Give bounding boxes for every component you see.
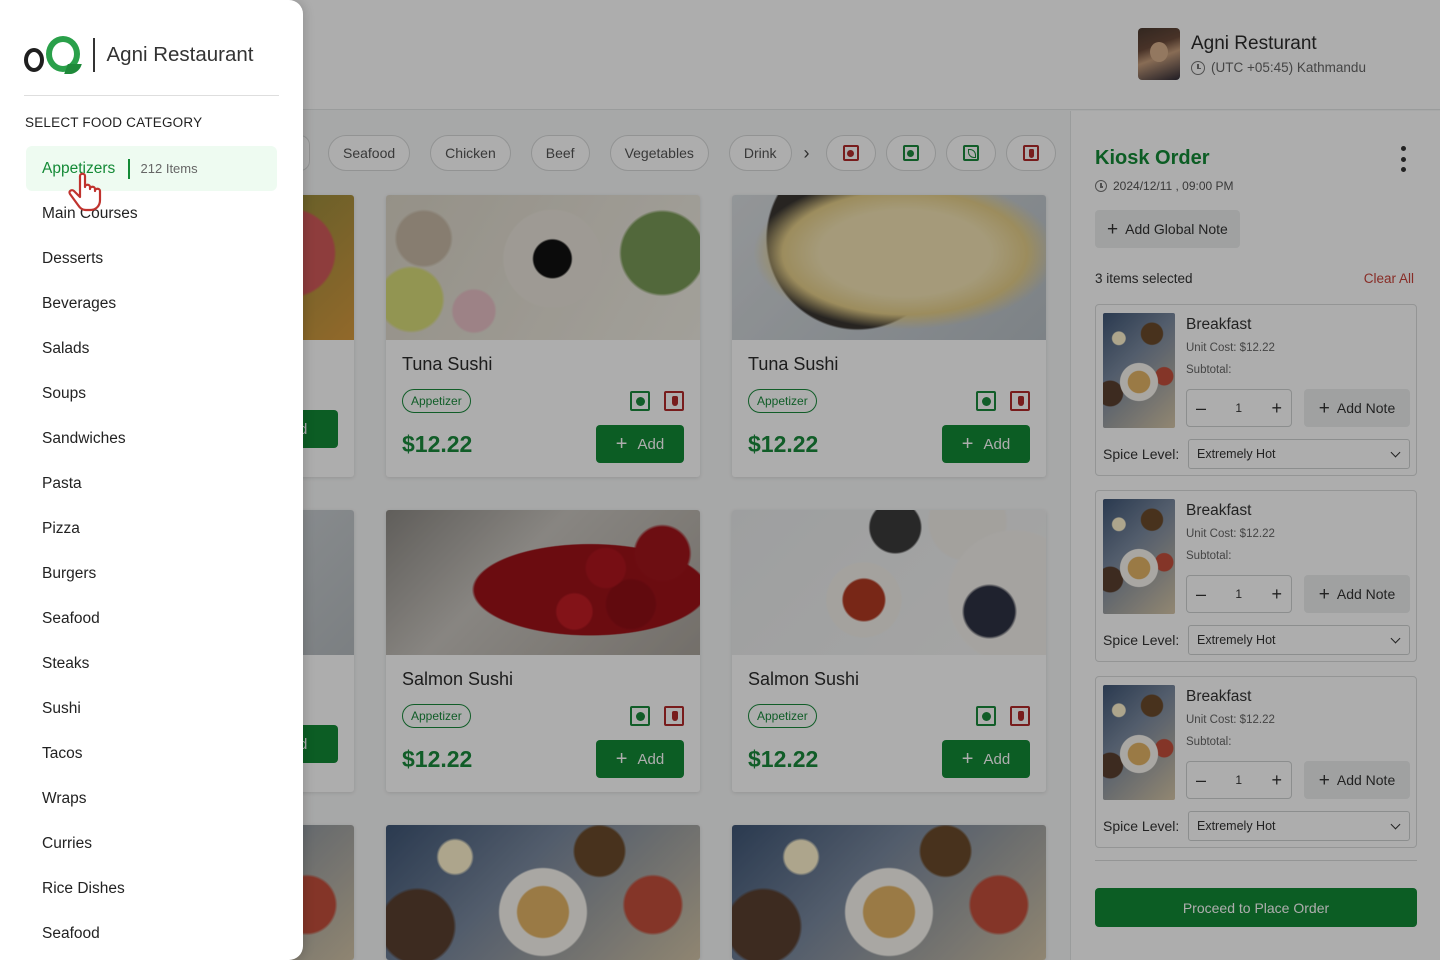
brand: Agni Restaurant xyxy=(24,34,254,76)
drawer-divider xyxy=(24,95,279,96)
category-item-curries[interactable]: Curries xyxy=(26,821,277,866)
category-item-rice-dishes[interactable]: Rice Dishes xyxy=(26,866,277,911)
category-item-pizza[interactable]: Pizza xyxy=(26,506,277,551)
category-item-pasta[interactable]: Pasta xyxy=(26,461,277,506)
category-heading: SELECT FOOD CATEGORY xyxy=(25,115,203,130)
category-list: Appetizers 212 Items Main Courses Desser… xyxy=(26,146,277,956)
category-item-steaks[interactable]: Steaks xyxy=(26,641,277,686)
category-item-salads[interactable]: Salads xyxy=(26,326,277,371)
count-divider xyxy=(128,158,130,179)
brand-logo xyxy=(24,34,82,76)
hand-pointer-icon xyxy=(68,172,102,212)
category-item-seafood-2[interactable]: Seafood xyxy=(26,911,277,956)
category-item-tacos[interactable]: Tacos xyxy=(26,731,277,776)
category-item-beverages[interactable]: Beverages xyxy=(26,281,277,326)
category-item-sushi[interactable]: Sushi xyxy=(26,686,277,731)
brand-name: Agni Restaurant xyxy=(106,43,254,66)
category-item-sandwiches[interactable]: Sandwiches xyxy=(26,416,277,461)
brand-divider xyxy=(93,38,95,72)
category-item-desserts[interactable]: Desserts xyxy=(26,236,277,281)
category-drawer: Agni Restaurant SELECT FOOD CATEGORY App… xyxy=(0,0,303,960)
category-item-burgers[interactable]: Burgers xyxy=(26,551,277,596)
category-count: 212 Items xyxy=(140,161,198,176)
category-item-soups[interactable]: Soups xyxy=(26,371,277,416)
category-item-seafood[interactable]: Seafood xyxy=(26,596,277,641)
category-item-wraps[interactable]: Wraps xyxy=(26,776,277,821)
